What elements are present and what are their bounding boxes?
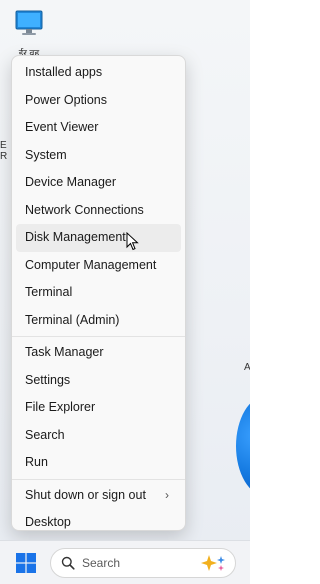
menu-item-label: Power Options <box>25 92 107 107</box>
desktop-text-fragment: A <box>244 362 250 373</box>
menu-divider <box>12 336 185 337</box>
menu-item-event-viewer[interactable]: Event Viewer <box>16 114 181 142</box>
menu-item-label: Desktop <box>25 515 71 529</box>
taskbar-search-box[interactable]: Search <box>50 548 236 578</box>
menu-item-run[interactable]: Run <box>16 449 181 477</box>
menu-item-terminal[interactable]: Terminal <box>16 279 181 307</box>
menu-item-label: System <box>25 147 67 162</box>
menu-item-label: Terminal <box>25 285 73 299</box>
menu-item-label: Search <box>25 427 65 442</box>
menu-item-computer-management[interactable]: Computer Management <box>16 252 181 280</box>
menu-item-desktop[interactable]: Desktop <box>16 509 181 537</box>
start-button[interactable] <box>16 553 36 573</box>
menu-item-label: File Explorer <box>25 400 96 414</box>
menu-item-label: Disk Management <box>25 230 126 244</box>
menu-item-settings[interactable]: Settings <box>16 367 181 395</box>
desktop-text-fragment: E <box>0 140 7 151</box>
menu-item-label: Shut down or sign out <box>25 487 146 502</box>
menu-divider <box>12 478 185 480</box>
menu-item-shut-down-or-sign-out[interactable]: Shut down or sign out › <box>16 482 181 510</box>
search-icon <box>61 556 75 570</box>
menu-item-label: Run <box>25 455 48 469</box>
menu-item-power-options[interactable]: Power Options <box>16 87 181 115</box>
menu-item-label: Installed apps <box>25 65 103 79</box>
desktop-text-fragment: R <box>0 151 8 162</box>
menu-item-label: Computer Management <box>25 257 157 272</box>
mouse-cursor-icon <box>126 232 139 251</box>
menu-item-network-connections[interactable]: Network Connections <box>16 197 181 225</box>
desktop: ईर वह E R A Installed apps Power Options E… <box>0 0 250 584</box>
menu-item-system[interactable]: System <box>16 142 181 170</box>
menu-item-terminal-admin[interactable]: Terminal (Admin) <box>16 307 181 335</box>
this-pc-icon[interactable] <box>14 8 44 38</box>
winx-context-menu: Installed apps Power Options Event Viewer S… <box>11 55 186 531</box>
menu-item-device-manager[interactable]: Device Manager <box>16 169 181 197</box>
menu-item-label: Device Manager <box>25 175 117 189</box>
menu-item-file-explorer[interactable]: File Explorer <box>16 394 181 422</box>
copilot-sparkle-icon[interactable] <box>199 553 229 573</box>
menu-item-label: Settings <box>25 372 71 387</box>
menu-item-label: Network Connections <box>25 202 144 217</box>
menu-item-task-manager[interactable]: Task Manager <box>16 339 181 367</box>
menu-item-label: Task Manager <box>25 345 104 359</box>
windows-logo-icon <box>16 553 36 573</box>
search-placeholder: Search <box>82 556 121 570</box>
menu-item-label: Event Viewer <box>25 120 99 134</box>
menu-item-label: Terminal (Admin) <box>25 312 120 327</box>
taskbar: Search <box>0 540 250 584</box>
menu-item-installed-apps[interactable]: Installed apps <box>16 59 181 87</box>
wallpaper-bloom <box>236 396 250 496</box>
menu-item-disk-management[interactable]: Disk Management <box>16 224 181 252</box>
chevron-right-icon: › <box>165 487 169 502</box>
menu-item-search[interactable]: Search <box>16 422 181 450</box>
